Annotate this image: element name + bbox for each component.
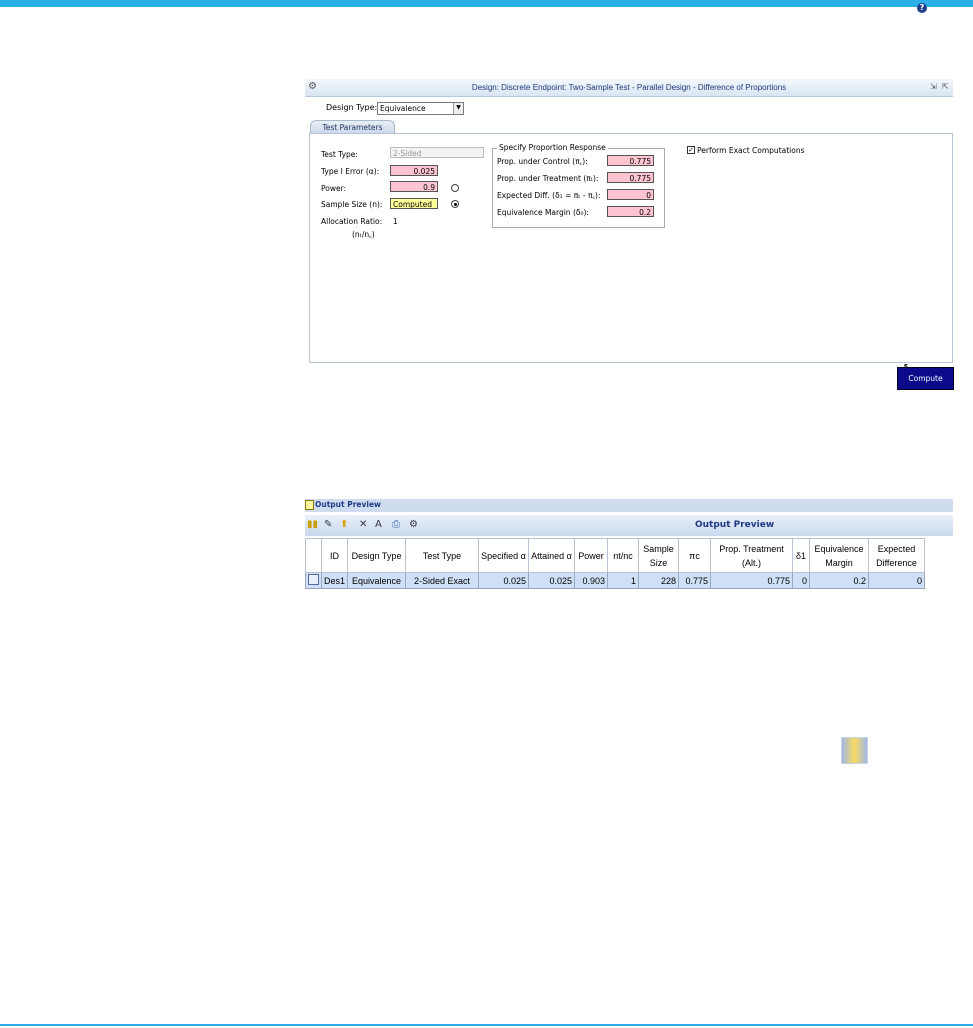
power-radio[interactable] — [451, 184, 459, 192]
power-label: Power: — [321, 184, 347, 193]
type1-error-label: Type I Error (α): — [321, 167, 380, 176]
print-icon[interactable]: ⎙ — [392, 520, 400, 530]
sample-size-radio[interactable] — [451, 200, 459, 208]
sample-size-label: Sample Size (n): — [321, 200, 383, 209]
test-type-value: 2-Sided — [393, 149, 422, 158]
prop-treatment-input[interactable]: 0.775 — [607, 172, 654, 183]
column-header[interactable]: ID — [320, 538, 349, 573]
column-header[interactable]: Power — [574, 538, 609, 573]
column-header[interactable]: Prop. Treatment (Alt.) — [710, 538, 794, 573]
sample-size-input[interactable]: Computed — [390, 198, 438, 209]
output-preview-toolbar: Output Preview — [305, 515, 953, 536]
design-type-value: Equivalence — [380, 104, 426, 113]
help-icon[interactable]: ? — [917, 3, 927, 13]
chevron-down-icon: ▼ — [453, 103, 463, 114]
expand-icon[interactable]: ⇱ — [942, 82, 949, 92]
output-preview-title-bar — [305, 499, 953, 512]
column-header[interactable]: πc — [678, 538, 712, 573]
cell-expected-difference: 0 — [868, 572, 926, 589]
cell-pi-c: 0.775 — [678, 572, 712, 589]
cell-equivalence-margin: 0.2 — [809, 572, 870, 589]
cell-sample-size: 228 — [638, 572, 680, 589]
column-header[interactable]: Equivalence Margin — [809, 538, 870, 573]
prop-treatment-label: Prop. under Treatment (πₜ): — [497, 174, 599, 183]
compute-button[interactable]: Compute — [897, 367, 954, 390]
column-header[interactable]: nt/nc — [607, 538, 640, 573]
expected-diff-label: Expected Diff. (δ₁ = πₜ - π꜀): — [497, 191, 601, 200]
prop-control-input[interactable]: 0.775 — [607, 155, 654, 166]
rename-icon[interactable]: A — [375, 520, 382, 530]
column-header[interactable]: δ1 — [792, 538, 811, 573]
column-header[interactable]: Design Type — [347, 538, 407, 573]
column-header[interactable]: Attained α — [528, 538, 576, 573]
output-preview-toolbar-title: Output Preview — [695, 520, 775, 530]
exact-computations-checkbox[interactable]: ✓ — [687, 146, 695, 154]
equivalence-margin-label: Equivalence Margin (δ₀): — [497, 208, 589, 217]
row-icon-header — [305, 538, 322, 573]
compare-icon[interactable]: ▮▮ — [307, 520, 318, 530]
test-type-label: Test Type: — [321, 150, 358, 159]
design-type-label: Design Type: — [326, 103, 378, 112]
expected-diff-input[interactable]: 0 — [607, 189, 654, 200]
table-row[interactable]: Des1 Equivalence 2-Sided Exact 0.025 0.0… — [305, 572, 926, 589]
output-preview-section-title: Output Preview — [315, 500, 381, 509]
delete-icon[interactable]: ✕ — [359, 520, 367, 530]
table-header-row: ID Design Type Test Type Specified α Att… — [305, 538, 926, 573]
design-panel-header: Design: Discrete Endpoint: Two-Sample Te… — [305, 79, 953, 97]
cell-test-type: 2-Sided Exact — [405, 572, 480, 589]
cell-id: Des1 — [320, 572, 349, 589]
test-type-select: 2-Sided — [390, 147, 484, 158]
column-header[interactable]: Specified α — [478, 538, 530, 573]
cell-prop-treatment: 0.775 — [710, 572, 794, 589]
row-chart-icon-cell[interactable] — [305, 572, 322, 589]
bottom-accent-line — [0, 1024, 973, 1026]
exact-computations-label: Perform Exact Computations — [697, 146, 805, 155]
allocation-ratio-subscript: (nₜ/n꜀) — [352, 230, 375, 239]
cell-power: 0.903 — [574, 572, 609, 589]
power-input[interactable]: 0.9 — [390, 181, 438, 192]
cell-design-type: Equivalence — [347, 572, 407, 589]
output-preview-icon — [305, 500, 314, 510]
design-type-select[interactable]: Equivalence ▼ — [377, 102, 464, 115]
column-header[interactable]: Expected Difference — [868, 538, 926, 573]
top-accent-bar — [0, 0, 973, 7]
gear-icon[interactable]: ⚙ — [308, 82, 317, 92]
edit-icon[interactable]: ✎ — [324, 520, 332, 530]
compare-plots-icon[interactable] — [841, 737, 868, 764]
design-panel-title: Design: Discrete Endpoint: Two-Sample Te… — [471, 83, 787, 92]
save-icon[interactable]: ⬆ — [340, 520, 348, 530]
column-header[interactable]: Test Type — [405, 538, 480, 573]
tab-test-parameters[interactable]: Test Parameters — [310, 120, 395, 134]
cell-specified-alpha: 0.025 — [478, 572, 530, 589]
settings-icon[interactable]: ⚙ — [409, 520, 418, 530]
cell-delta1: 0 — [792, 572, 811, 589]
type1-error-input[interactable]: 0.025 — [390, 165, 438, 176]
output-preview-table: ID Design Type Test Type Specified α Att… — [305, 538, 926, 589]
proportion-response-title: Specify Proportion Response — [497, 143, 608, 152]
collapse-icon[interactable]: ⇲ — [930, 82, 937, 92]
cell-allocation: 1 — [607, 572, 640, 589]
equivalence-margin-input[interactable]: 0.2 — [607, 206, 654, 217]
column-header[interactable]: Sample Size — [638, 538, 680, 573]
allocation-ratio-value: 1 — [393, 217, 398, 226]
cell-attained-alpha: 0.025 — [528, 572, 576, 589]
chart-icon — [308, 574, 319, 585]
allocation-ratio-label: Allocation Ratio: — [321, 217, 383, 226]
prop-control-label: Prop. under Control (π꜀): — [497, 157, 588, 166]
